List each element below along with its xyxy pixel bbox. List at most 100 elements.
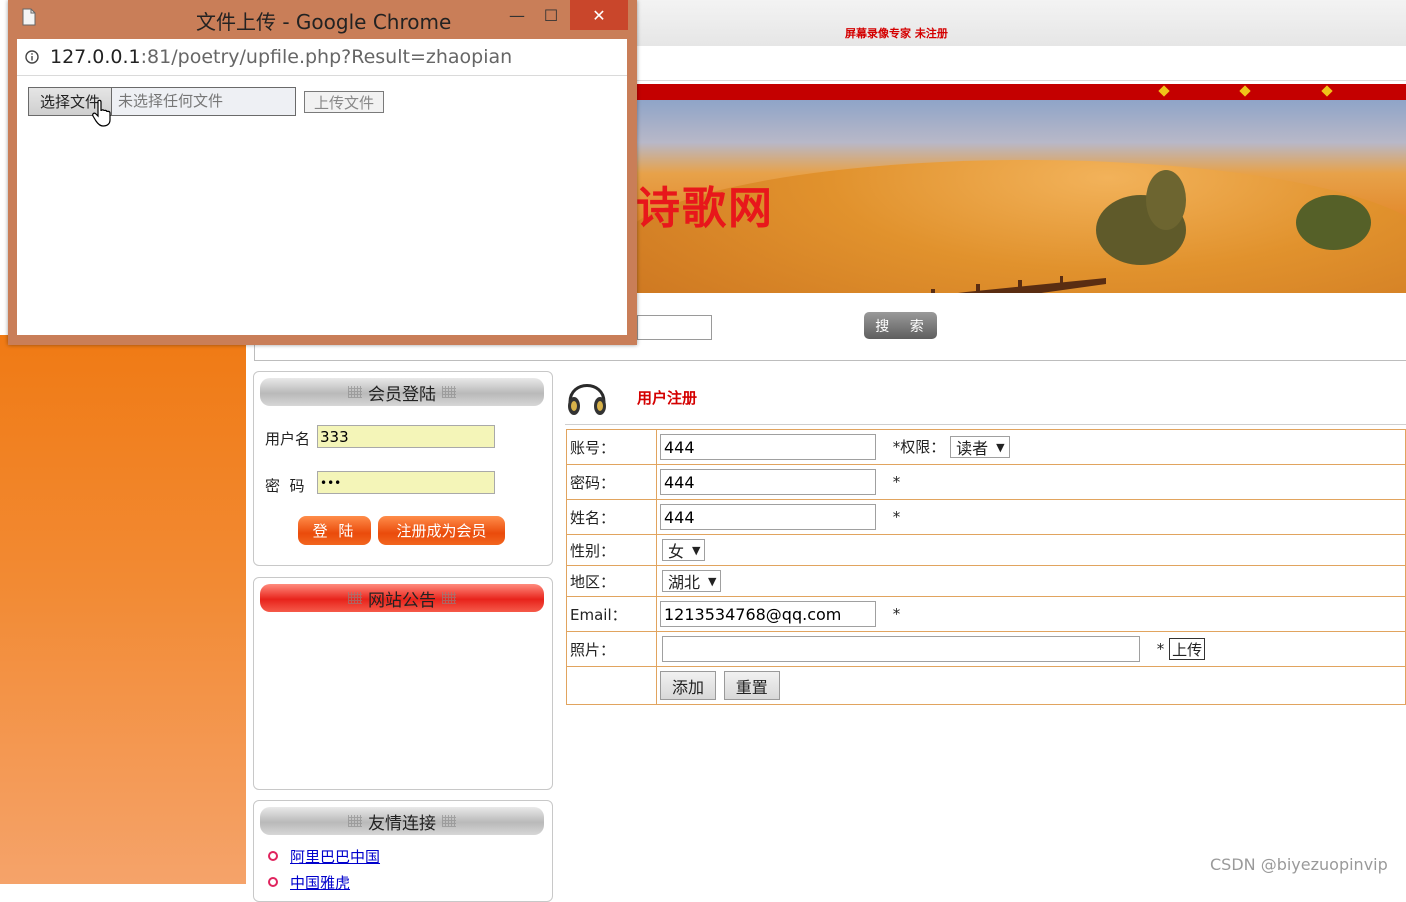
required-mark: * [892,507,901,526]
url-host: 127.0.0.1 [50,46,141,68]
name-input[interactable]: 444 [660,504,876,530]
bullet-icon [268,877,278,887]
banner-bush [1296,195,1371,250]
grid-icon [348,815,362,827]
table-row: Email： 1213534768@qq.com * [566,596,1406,632]
role-value: 读者 [956,439,989,458]
bullet-icon [268,851,278,861]
search-input[interactable] [637,315,712,340]
table-row: 性别： 女 ▼ [566,534,1406,566]
grid-icon [442,815,456,827]
browser-toolbar-background [630,0,1406,47]
email-input[interactable]: 1213534768@qq.com [660,601,876,627]
nav-diamond-icon [1158,85,1170,97]
list-item: 阿里巴巴中国 [268,843,380,869]
notice-panel: 网站公告 [253,577,553,790]
account-label: 账号： [566,429,657,465]
gender-value: 女 [668,542,685,561]
email-label: Email： [566,596,657,632]
region-label: 地区： [566,565,657,597]
popup-content: 127.0.0.1:81/poetry/upfile.php?Result=zh… [17,39,627,335]
address-bar[interactable]: 127.0.0.1:81/poetry/upfile.php?Result=zh… [17,39,627,76]
username-input[interactable]: 333 [317,425,495,448]
upload-popup-window: 文件上传 - Google Chrome — ☐ ✕ 127.0.0.1:81/… [8,0,637,345]
account-input[interactable]: 444 [660,434,876,460]
login-panel-header: 会员登陆 [260,378,544,406]
required-mark: * [892,604,901,623]
grid-icon [442,592,456,604]
search-button[interactable]: 搜 索 [864,312,937,339]
friend-link[interactable]: 中国雅虎 [290,872,350,893]
notice-panel-header: 网站公告 [260,584,544,612]
url-path: :81/poetry/upfile.php?Result=zhaopian [140,46,513,68]
password-input[interactable]: 444 [660,469,876,495]
hand-cursor-icon [92,99,111,127]
password-input[interactable]: ••• [317,471,495,494]
nav-diamond-icon [1321,85,1333,97]
notice-panel-title: 网站公告 [368,590,436,611]
username-label: 用户名 [265,430,311,448]
name-label: 姓名： [566,499,657,535]
photo-cell: * 上传 [656,631,1406,667]
links-panel-header: 友情连接 [260,807,544,835]
login-panel-title: 会员登陆 [368,384,436,405]
table-row: 账号： 444 *权限： 读者 ▼ [566,429,1406,465]
table-row: 姓名： 444 * [566,499,1406,535]
friend-links-list: 阿里巴巴中国 中国雅虎 [268,843,380,895]
region-select[interactable]: 湖北 ▼ [662,570,722,592]
account-cell: 444 *权限： 读者 ▼ [656,429,1406,465]
required-mark: * [1156,639,1165,658]
friend-link[interactable]: 阿里巴巴中国 [290,846,380,867]
login-button[interactable]: 登 陆 [298,516,371,545]
close-button[interactable]: ✕ [570,0,628,30]
photo-label: 照片： [566,631,657,667]
registration-header: 用户注册 [565,370,1406,425]
list-item: 中国雅虎 [268,869,380,895]
registration-title: 用户注册 [637,389,698,407]
photo-upload-button[interactable]: 上传 [1169,638,1206,660]
photo-input[interactable] [662,636,1140,662]
nav-diamond-icon [1239,85,1251,97]
minimize-button[interactable]: — [501,0,533,30]
gender-cell: 女 ▼ [656,534,1406,566]
role-label: *权限： [892,437,946,456]
email-cell: 1213534768@qq.com * [656,596,1406,632]
gender-label: 性别： [566,534,657,566]
url-text: 127.0.0.1:81/poetry/upfile.php?Result=zh… [50,46,512,68]
password-label: 密码： [566,464,657,500]
register-member-button[interactable]: 注册成为会员 [378,516,505,545]
caravan-silhouette [931,276,1106,293]
chevron-down-icon: ▼ [708,574,717,588]
table-row: 地区： 湖北 ▼ [566,565,1406,597]
page-icon [22,8,36,26]
banner-bush [1146,170,1186,230]
role-select[interactable]: 读者 ▼ [950,436,1010,458]
chevron-down-icon: ▼ [692,543,701,557]
popup-window-title: 文件上传 - Google Chrome [196,10,452,34]
table-row: 密码： 444 * [566,464,1406,500]
table-row: 照片： * 上传 [566,631,1406,667]
grid-icon [442,386,456,398]
table-row: 添加 重置 [566,666,1406,705]
maximize-button[interactable]: ☐ [535,0,567,30]
empty-label [566,666,657,705]
site-title: 诗歌网 [636,183,774,234]
grid-icon [348,592,362,604]
name-cell: 444 * [656,499,1406,535]
left-sidebar-background [0,335,246,884]
gender-select[interactable]: 女 ▼ [662,539,706,561]
grid-icon [348,386,362,398]
site-top-strip [630,46,1406,81]
upload-file-button[interactable]: 上传文件 [304,91,384,113]
chevron-down-icon: ▼ [996,440,1005,454]
nav-bar [630,84,1406,100]
info-icon[interactable] [25,50,39,64]
add-button[interactable]: 添加 [660,671,716,700]
required-mark: * [892,472,901,491]
headphones-icon [568,384,606,415]
no-file-chosen-text: 未选择任何文件 [112,87,296,116]
password-label: 密 码 [265,477,305,495]
region-cell: 湖北 ▼ [656,565,1406,597]
links-panel-title: 友情连接 [368,813,436,834]
reset-button[interactable]: 重置 [723,671,780,700]
